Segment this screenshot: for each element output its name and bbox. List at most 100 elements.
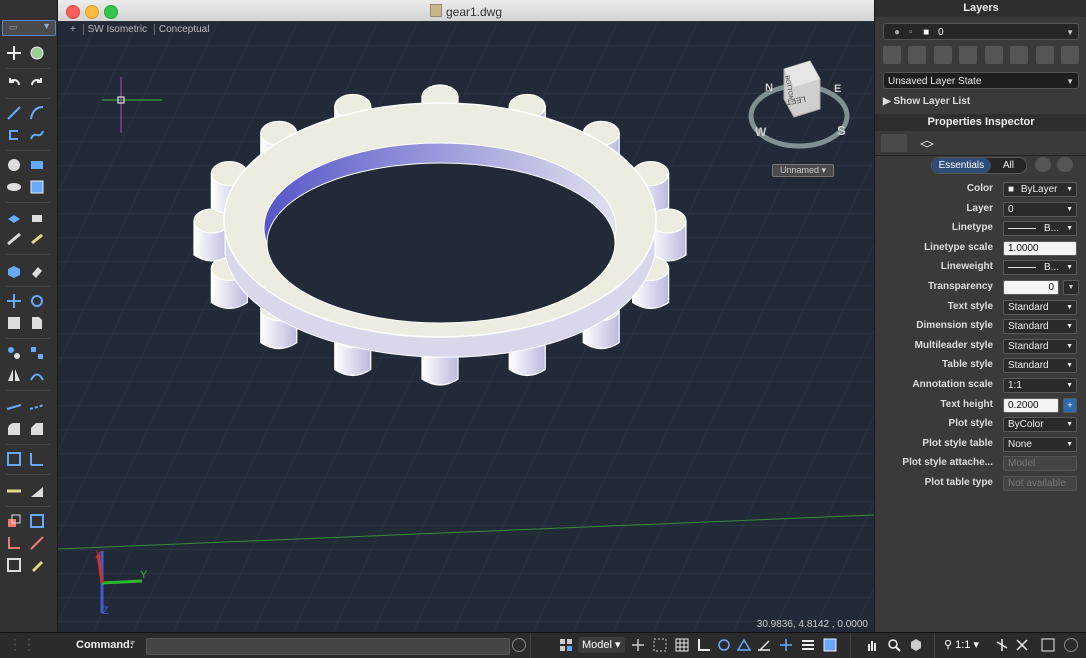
circle-icon[interactable] — [4, 156, 24, 174]
layer-off-icon[interactable] — [1035, 46, 1054, 64]
orbit-status-icon[interactable] — [908, 637, 924, 653]
customization-icon[interactable] — [1064, 638, 1078, 652]
layer-freeze-icon[interactable] — [1010, 46, 1029, 64]
layer-unisolate-icon[interactable] — [984, 46, 1003, 64]
property-value-transparency[interactable]: 0 — [1003, 280, 1059, 295]
text-height-pick-button[interactable]: + — [1063, 397, 1077, 413]
extrude-icon[interactable] — [4, 208, 24, 226]
property-value-lineweight[interactable]: B... ▼ — [1003, 260, 1077, 276]
hatch-icon[interactable] — [27, 178, 47, 196]
grid-display-icon[interactable] — [674, 637, 690, 653]
pickadd-icon[interactable] — [1057, 157, 1073, 172]
trim-icon[interactable] — [4, 398, 24, 416]
polyline-icon[interactable] — [4, 126, 24, 144]
layer-tab-icon[interactable] — [919, 134, 937, 152]
gear-model[interactable] — [193, 84, 687, 386]
ucs-icon[interactable] — [4, 534, 24, 552]
rect-array-icon[interactable] — [27, 344, 47, 362]
aligned-dim-icon[interactable] — [27, 482, 47, 500]
palette-selector[interactable]: ▭ ▼ — [2, 20, 56, 36]
property-value-color[interactable]: ■ ByLayer ▼ — [1003, 182, 1077, 197]
dimension-icon[interactable] — [27, 450, 47, 468]
snap-mode-icon[interactable] — [652, 637, 668, 653]
property-value-layer[interactable]: 0 ▼ — [1003, 201, 1077, 217]
model-viewport[interactable]: X Y Z LEFT BOTTOM N E S W Unnamed ▾ + SW… — [58, 21, 874, 632]
command-input[interactable] — [146, 638, 510, 655]
view-preset-control[interactable]: SW Isometric — [82, 24, 152, 35]
zoom-icon[interactable] — [886, 637, 902, 653]
rotate-icon[interactable] — [27, 292, 47, 310]
mirror-icon[interactable] — [4, 366, 24, 384]
group-icon[interactable] — [4, 556, 24, 574]
property-value-annotation-scale[interactable]: 1:1 ▼ — [1003, 378, 1077, 393]
object-properties-tab-icon[interactable] — [881, 134, 907, 152]
osnap-3d-icon[interactable] — [778, 637, 794, 653]
quick-select-icon[interactable] — [1035, 157, 1051, 172]
show-layer-list-toggle[interactable]: ▶ Show Layer List — [883, 96, 970, 107]
pan-hand-icon[interactable] — [864, 637, 880, 653]
fillet-icon[interactable] — [4, 420, 24, 438]
scale-icon[interactable] — [4, 314, 24, 332]
block-insert-icon[interactable] — [4, 512, 24, 530]
layer-match-icon[interactable] — [908, 46, 927, 64]
viewport-menu-button[interactable]: + — [66, 24, 80, 35]
polar-tracking-icon[interactable] — [716, 637, 732, 653]
layer-lock-tool-icon[interactable] — [1060, 46, 1079, 64]
ucs-menu[interactable]: Unnamed ▾ — [772, 164, 834, 177]
property-value-plot-style-table[interactable]: None ▼ — [1003, 436, 1077, 452]
ortho-mode-icon[interactable] — [696, 637, 712, 653]
auto-scale-icon[interactable] — [1014, 637, 1030, 653]
block-create-icon[interactable] — [27, 512, 47, 530]
visual-style-control[interactable]: Conceptual — [153, 24, 214, 35]
property-value-text-style[interactable]: Standard ▼ — [1003, 299, 1077, 315]
property-value-linetype[interactable]: B... ▼ — [1003, 221, 1077, 237]
loft-icon[interactable] — [27, 230, 47, 248]
orbit-icon[interactable] — [27, 44, 47, 62]
box-icon[interactable] — [4, 262, 24, 280]
presspull-icon[interactable] — [27, 208, 47, 226]
linear-dim-icon[interactable] — [4, 482, 24, 500]
layout-grid-icon[interactable] — [558, 637, 574, 653]
measure-icon[interactable] — [27, 534, 47, 552]
offset-icon[interactable] — [27, 366, 47, 384]
property-value-multileader-style[interactable]: Standard ▼ — [1003, 338, 1077, 354]
layer-previous-icon[interactable] — [933, 46, 952, 64]
fullscreen-icon[interactable] — [1040, 637, 1056, 653]
layer-properties-icon[interactable] — [883, 46, 901, 64]
isometric-icon[interactable] — [736, 637, 752, 653]
model-space-button[interactable]: Model ▾ — [578, 637, 625, 653]
lineweight-icon[interactable] — [800, 637, 816, 653]
move-tool-icon[interactable] — [4, 292, 24, 310]
stretch-icon[interactable] — [27, 314, 47, 332]
property-value-plot-style[interactable]: ByColor ▼ — [1003, 417, 1077, 433]
recent-commands-icon[interactable]: ▾ — [130, 638, 135, 649]
annotation-visibility-icon[interactable] — [994, 637, 1010, 653]
layer-isolate-icon[interactable] — [959, 46, 978, 64]
property-value-dimension-style[interactable]: Standard ▼ — [1003, 319, 1077, 335]
transparency-icon[interactable] — [822, 637, 838, 653]
zoom-extents-icon[interactable] — [4, 450, 24, 468]
arc-icon[interactable] — [27, 104, 47, 122]
property-value-text-height[interactable]: 0.2000 — [1003, 397, 1059, 413]
tab-essentials[interactable]: Essentials — [932, 158, 991, 173]
redo-icon[interactable] — [27, 74, 47, 92]
move-icon[interactable] — [4, 44, 24, 62]
command-options-icon[interactable] — [512, 638, 526, 652]
array-icon[interactable] — [4, 344, 24, 362]
object-snap-icon[interactable] — [630, 637, 646, 653]
annotation-scale-button[interactable]: ⚲ 1:1 ▾ — [944, 637, 979, 653]
chamfer-icon[interactable] — [27, 420, 47, 438]
current-layer-dropdown[interactable]: ● ▫ ■ 0 ▼ — [883, 23, 1079, 40]
extend-icon[interactable] — [27, 398, 47, 416]
ellipse-icon[interactable] — [4, 178, 24, 196]
rectangle-icon[interactable] — [27, 156, 47, 174]
match-properties-icon[interactable] — [27, 556, 47, 574]
erase-icon[interactable] — [27, 262, 47, 280]
sweep-icon[interactable] — [4, 230, 24, 248]
property-value-linetype-scale[interactable]: 1.0000 — [1003, 240, 1077, 256]
object-snap-tracking-icon[interactable] — [756, 637, 772, 653]
undo-icon[interactable] — [4, 74, 24, 92]
transparency-mode-button[interactable]: ▼ — [1063, 280, 1079, 295]
spline-icon[interactable] — [27, 126, 47, 144]
tab-all[interactable]: All — [991, 158, 1026, 173]
